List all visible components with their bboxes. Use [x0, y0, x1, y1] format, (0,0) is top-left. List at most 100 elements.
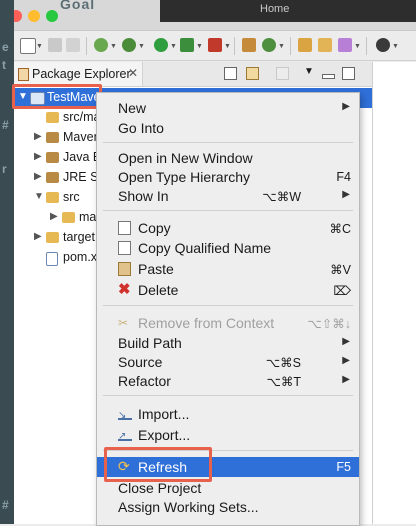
folder-icon	[46, 192, 59, 203]
menu-item-shortcut: ⌥⇧⌘↓	[307, 317, 351, 331]
copy-icon	[118, 221, 131, 235]
minimize-icon[interactable]	[322, 74, 335, 79]
external-tools-icon[interactable]	[180, 38, 194, 52]
coverage-icon[interactable]	[208, 38, 222, 52]
tab-label: Package Explorer	[32, 67, 131, 81]
menu-item-export[interactable]: ↗ Export...	[97, 425, 359, 445]
menu-item-open-in-new-window[interactable]: Open in New Window	[97, 148, 359, 168]
menu-item-delete[interactable]: ✖ Delete ⌦	[97, 280, 359, 300]
menu-item-go-into[interactable]: Go Into	[97, 118, 359, 138]
minimize-window-button[interactable]	[28, 10, 40, 22]
coverage-dropdown-icon[interactable]: ▼	[224, 43, 231, 50]
submenu-arrow-icon: ▶	[342, 355, 350, 366]
expand-twisty[interactable]: ▼	[34, 191, 44, 202]
new-file-icon[interactable]	[20, 38, 36, 54]
toolbar-separator	[366, 37, 367, 55]
toolbar-separator	[86, 37, 87, 55]
open-folder-icon[interactable]	[318, 38, 332, 52]
background-home-text: Home	[260, 3, 290, 15]
copy-qualified-name-icon	[118, 241, 131, 255]
menu-item-refactor[interactable]: Refactor ⌥⌘T ▶	[97, 371, 359, 391]
save-icon[interactable]	[48, 38, 62, 52]
menu-item-label: New	[118, 100, 147, 116]
expand-twisty[interactable]: ▶	[34, 171, 42, 182]
menu-item-label: Source	[118, 354, 163, 370]
tree-item-label: src	[63, 190, 80, 204]
menu-item-shortcut: F5	[336, 460, 351, 474]
background-browser-bar: Home	[160, 0, 416, 22]
expand-twisty[interactable]: ▶	[50, 211, 58, 222]
search-tool-icon[interactable]	[338, 38, 352, 52]
library-icon	[46, 172, 59, 183]
tree-item-label: src/ma	[63, 110, 101, 124]
menu-item-label: Copy	[138, 220, 171, 236]
close-icon[interactable]: ✕	[128, 66, 138, 80]
bug-dropdown-icon[interactable]: ▼	[138, 43, 145, 50]
menu-item-source[interactable]: Source ⌥⌘S ▶	[97, 352, 359, 372]
menu-item-shortcut: ⌥⌘W	[262, 190, 301, 204]
menu-separator	[103, 305, 353, 306]
bug-icon[interactable]	[122, 38, 136, 52]
folder-icon	[46, 232, 59, 243]
submenu-arrow-icon: ▶	[342, 336, 350, 347]
editor-area	[373, 62, 416, 524]
run-dropdown-icon[interactable]: ▼	[170, 43, 177, 50]
menu-item-shortcut: ⌘V	[330, 263, 351, 277]
menu-item-open-type-hierarchy[interactable]: Open Type Hierarchy F4	[97, 167, 359, 187]
menu-item-import[interactable]: ↘ Import...	[97, 404, 359, 424]
perspective-dropdown-icon[interactable]: ▼	[392, 43, 399, 50]
external-tools-dropdown-icon[interactable]: ▼	[196, 43, 203, 50]
library-icon	[46, 132, 59, 143]
menu-item-label: Assign Working Sets...	[118, 499, 259, 515]
menu-item-remove-from-context[interactable]: ✂ Remove from Context ⌥⇧⌘↓	[97, 313, 359, 333]
tab-package-explorer[interactable]: Package Explorer ✕	[14, 62, 143, 86]
menu-separator	[103, 142, 353, 143]
menu-item-show-in[interactable]: Show In ⌥⌘W ▶	[97, 186, 359, 206]
zoom-window-button[interactable]	[46, 10, 58, 22]
debug-dropdown-icon[interactable]: ▼	[110, 43, 117, 50]
maximize-icon[interactable]	[342, 67, 355, 80]
expand-twisty[interactable]: ▶	[34, 231, 42, 242]
background-goal-text: Goal	[60, 0, 96, 12]
menu-separator	[103, 395, 353, 396]
tree-item-label: pom.x	[63, 250, 98, 264]
new-package-icon[interactable]	[242, 38, 256, 52]
menu-item-copy[interactable]: Copy ⌘C	[97, 218, 359, 238]
submenu-arrow-icon: ▶	[342, 189, 350, 200]
run-icon[interactable]	[154, 38, 168, 52]
menu-item-new[interactable]: New ▶	[97, 98, 359, 118]
menu-item-label: Open in New Window	[118, 150, 253, 166]
background-char: #	[2, 118, 9, 132]
menu-separator	[103, 210, 353, 211]
expand-twisty[interactable]: ▶	[34, 151, 42, 162]
menu-item-label: Open Type Hierarchy	[118, 169, 251, 185]
delete-icon: ✖	[118, 281, 131, 298]
open-type-icon[interactable]	[298, 38, 312, 52]
collapse-all-icon[interactable]	[224, 67, 237, 80]
menu-item-label: Copy Qualified Name	[138, 240, 272, 256]
perspective-icon[interactable]	[376, 38, 390, 52]
menu-item-copy-qualified-name[interactable]: Copy Qualified Name	[97, 238, 359, 258]
tree-item-label: Maven	[63, 130, 101, 144]
callout-project-highlight	[12, 84, 102, 109]
filter-icon[interactable]	[276, 67, 289, 80]
view-menu-icon[interactable]: ▼	[304, 66, 314, 77]
new-class-dropdown-icon[interactable]: ▼	[278, 43, 285, 50]
new-dropdown-icon[interactable]: ▼	[36, 43, 43, 50]
save-all-icon[interactable]	[66, 38, 80, 52]
menu-item-label: Refactor	[118, 373, 171, 389]
menu-item-label: Go Into	[118, 120, 164, 136]
background-window-bar: Goal Home	[0, 0, 416, 31]
search-dropdown-icon[interactable]: ▼	[354, 43, 361, 50]
menu-item-shortcut: ⌥⌘T	[266, 375, 301, 389]
expand-twisty[interactable]: ▶	[34, 131, 42, 142]
menu-item-paste[interactable]: Paste ⌘V	[97, 259, 359, 279]
paste-icon	[118, 262, 131, 276]
menu-item-build-path[interactable]: Build Path ▶	[97, 333, 359, 353]
menu-item-assign-working-sets[interactable]: Assign Working Sets...	[97, 497, 359, 517]
menu-item-label: Build Path	[118, 335, 182, 351]
link-with-editor-icon[interactable]	[246, 67, 259, 80]
menu-item-label: Delete	[138, 282, 179, 298]
new-class-icon[interactable]	[262, 38, 276, 52]
debug-icon[interactable]	[94, 38, 108, 52]
